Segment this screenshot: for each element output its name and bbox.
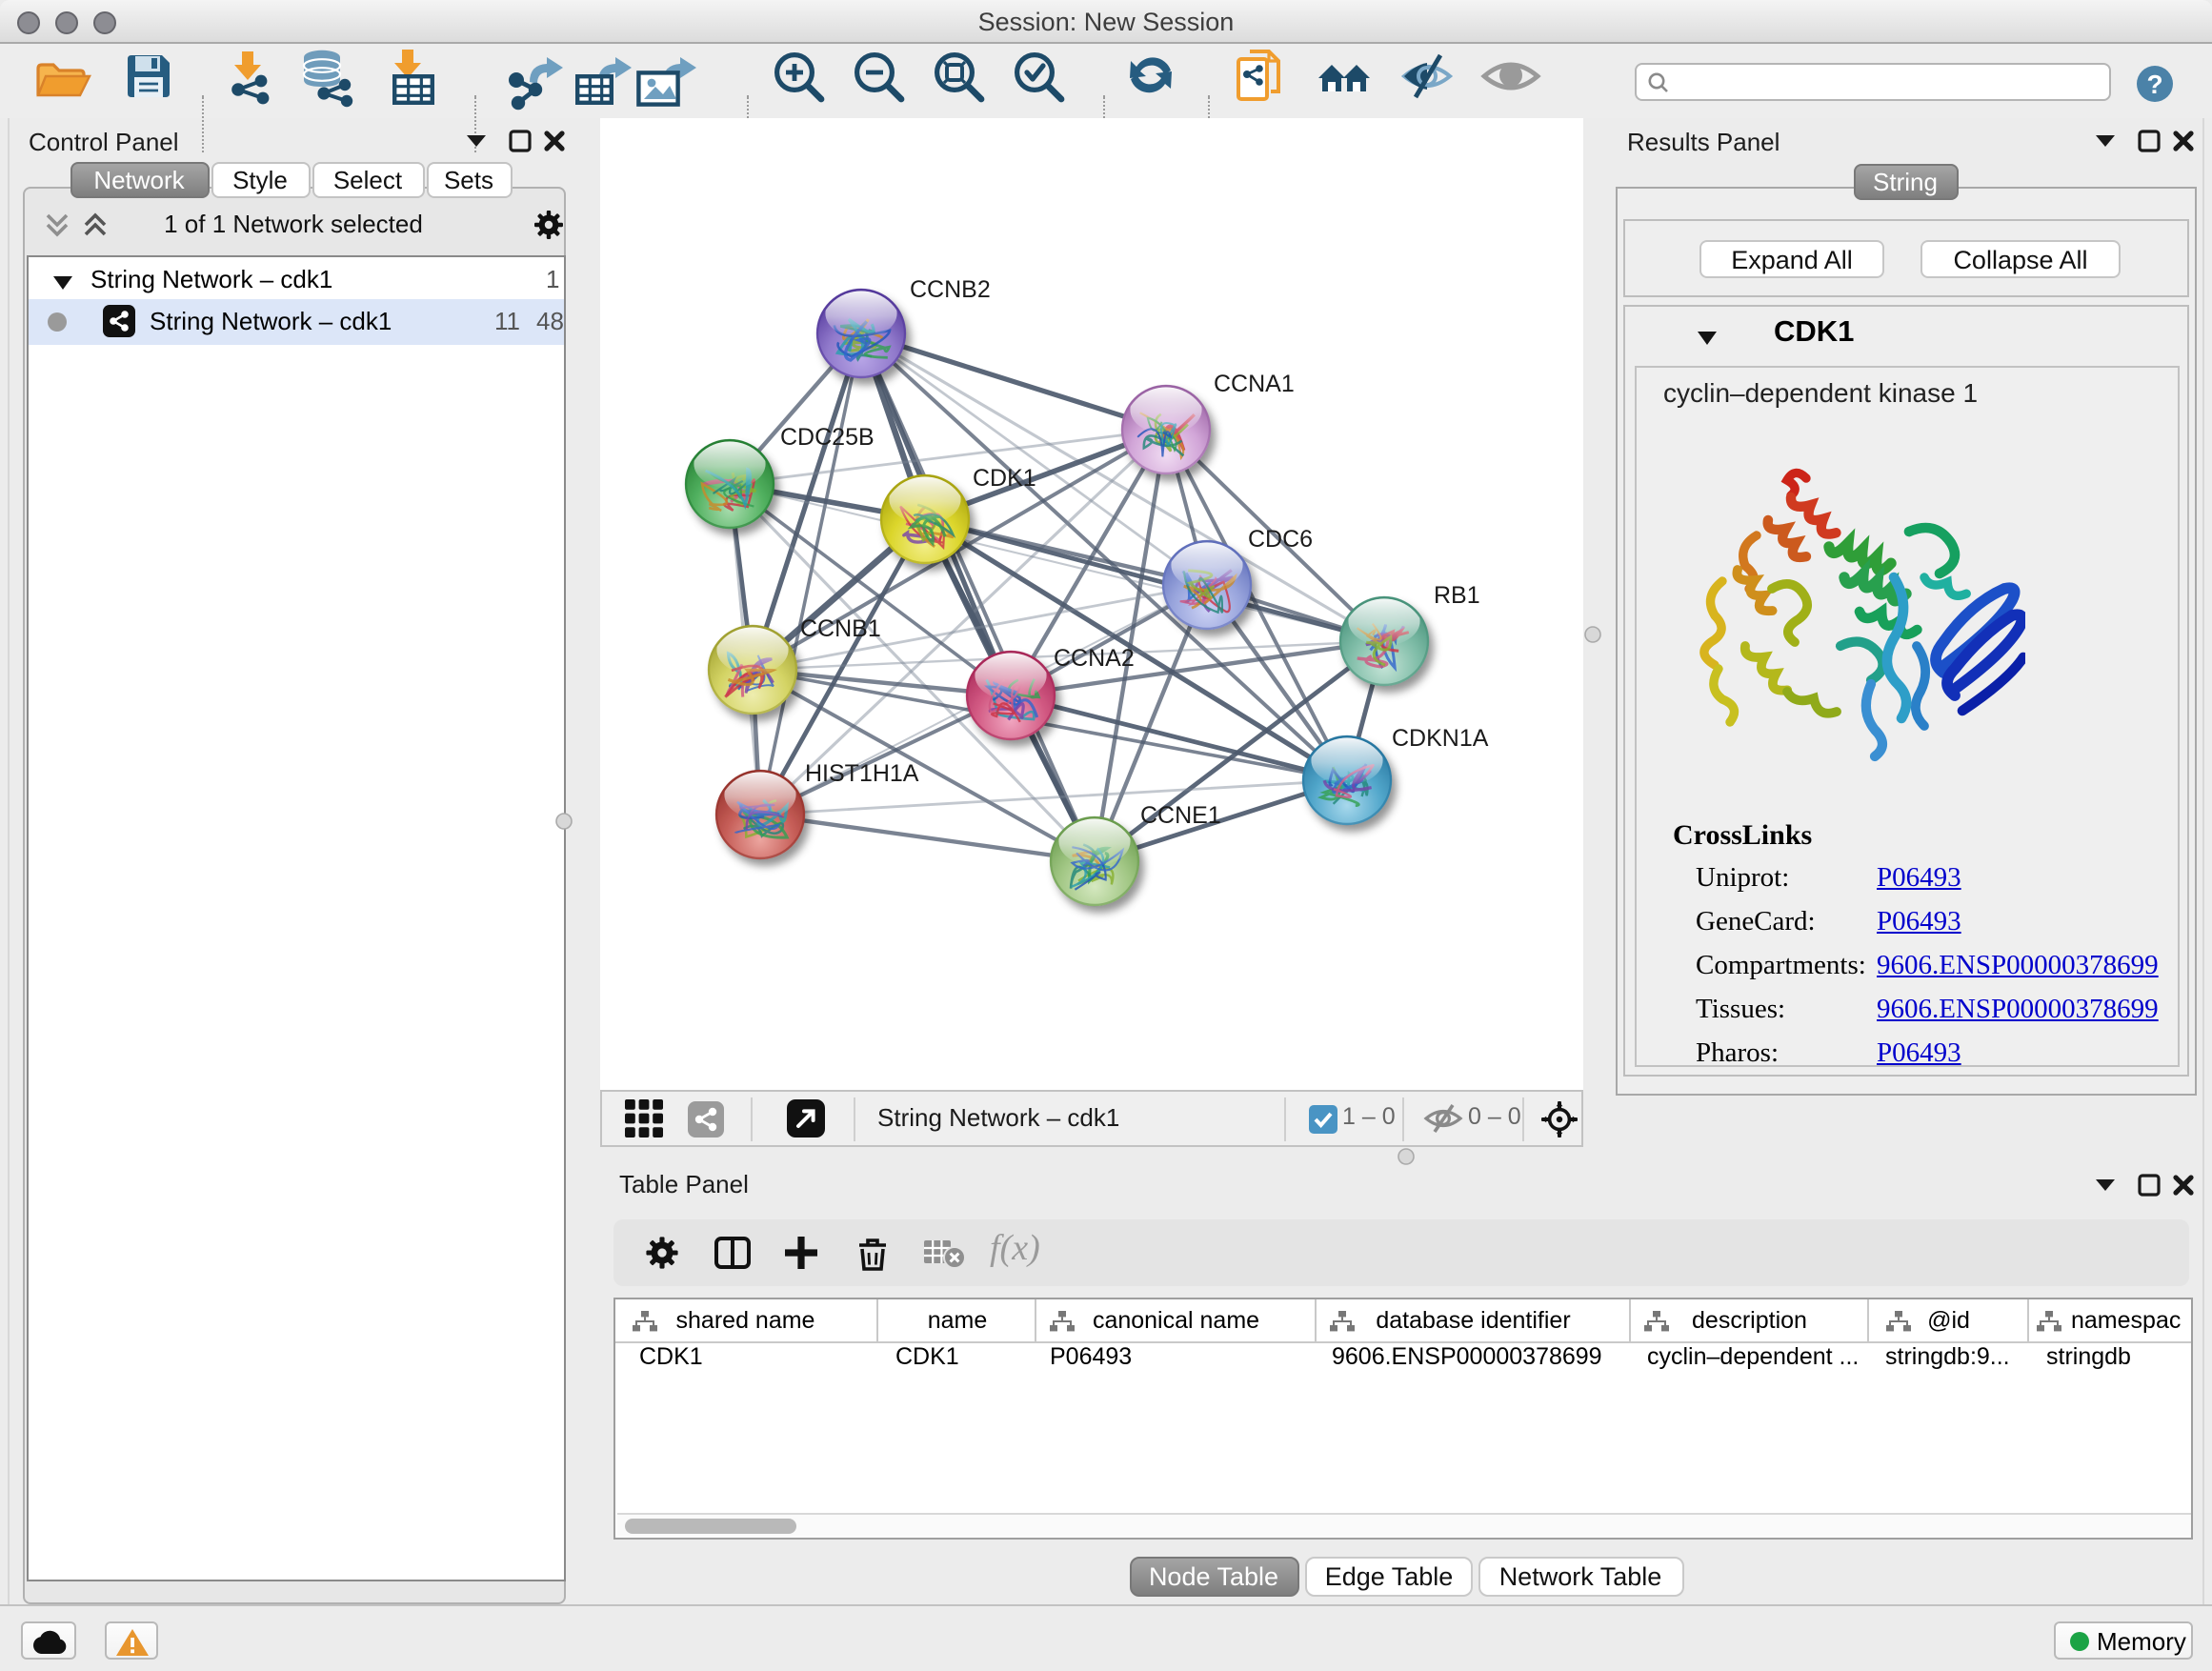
svg-text:CDC25B: CDC25B bbox=[779, 423, 874, 450]
svg-text:CDKN1A: CDKN1A bbox=[1391, 724, 1488, 751]
svg-text:CDC6: CDC6 bbox=[1247, 525, 1312, 552]
svg-text:CCNB2: CCNB2 bbox=[909, 275, 990, 302]
svg-text:CCNE1: CCNE1 bbox=[1139, 801, 1220, 828]
svg-text:CDK1: CDK1 bbox=[972, 464, 1036, 491]
svg-text:CCNA2: CCNA2 bbox=[1053, 644, 1134, 671]
svg-text:?: ? bbox=[2146, 70, 2162, 99]
svg-text:RB1: RB1 bbox=[1433, 581, 1479, 608]
svg-text:HIST1H1A: HIST1H1A bbox=[804, 759, 918, 786]
svg-text:CCNB1: CCNB1 bbox=[799, 614, 880, 641]
svg-text:CCNA1: CCNA1 bbox=[1213, 370, 1294, 396]
